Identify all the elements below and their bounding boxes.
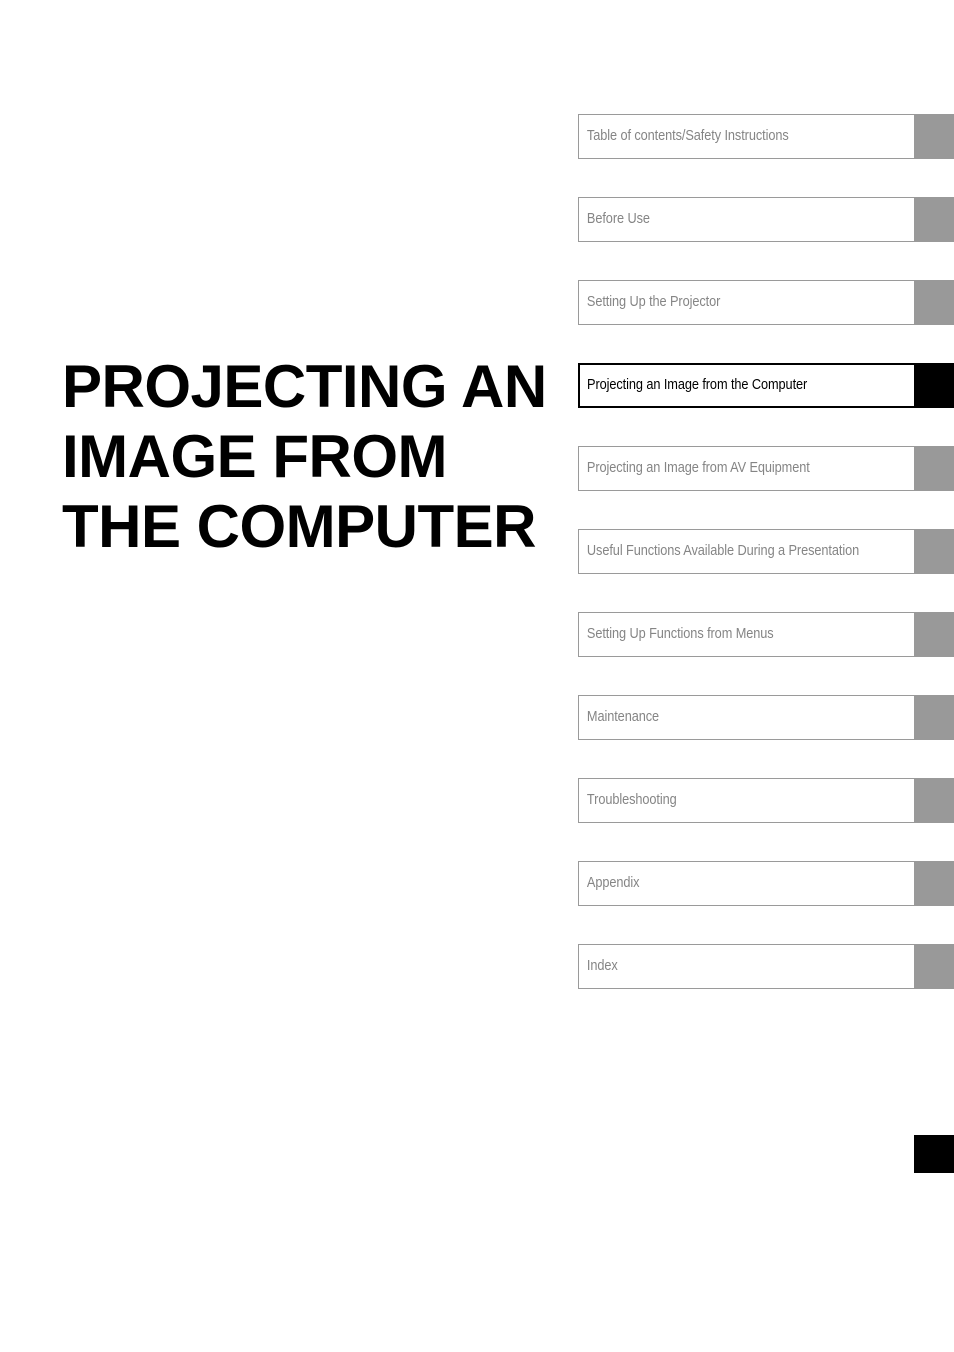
chapter-tab-label-box: Troubleshooting	[578, 778, 914, 823]
page-title: PROJECTING AN IMAGE FROM THE COMPUTER	[62, 352, 562, 562]
chapter-tab-marker	[914, 529, 954, 574]
chapter-tab-label-box: Projecting an Image from the Computer	[578, 363, 914, 408]
chapter-tab-marker-active	[914, 363, 954, 408]
chapter-tab-label: Setting Up Functions from Menus	[586, 626, 774, 643]
chapter-tab-marker	[914, 197, 954, 242]
chapter-tab-marker	[914, 114, 954, 159]
page-title-line-3: THE COMPUTER	[62, 493, 537, 560]
chapter-tab-label: Table of contents/Safety Instructions	[586, 128, 789, 145]
page-title-line-2: IMAGE FROM	[62, 423, 447, 490]
chapter-tab-before-use[interactable]: Before Use	[578, 197, 954, 242]
page-edge-thumb-marker	[914, 1135, 954, 1173]
chapter-tab-label-box: Setting Up Functions from Menus	[578, 612, 914, 657]
chapter-tab-label-box: Appendix	[578, 861, 914, 906]
chapter-tab-index: Table of contents/Safety Instructions Be…	[578, 114, 954, 989]
chapter-tab-label-box: Useful Functions Available During a Pres…	[578, 529, 914, 574]
chapter-tab-label: Useful Functions Available During a Pres…	[586, 543, 860, 560]
chapter-tab-projecting-an-image-from-the-computer[interactable]: Projecting an Image from the Computer	[578, 363, 954, 408]
chapter-tab-label-box: Maintenance	[578, 695, 914, 740]
chapter-tab-label: Troubleshooting	[586, 792, 677, 809]
chapter-tab-label: Projecting an Image from the Computer	[587, 377, 808, 394]
chapter-tab-label: Index	[586, 958, 618, 975]
chapter-tab-marker	[914, 446, 954, 491]
chapter-tab-marker	[914, 778, 954, 823]
chapter-tab-projecting-an-image-from-av-equipment[interactable]: Projecting an Image from AV Equipment	[578, 446, 954, 491]
chapter-tab-label: Projecting an Image from AV Equipment	[586, 460, 810, 477]
chapter-tab-marker	[914, 861, 954, 906]
chapter-tab-troubleshooting[interactable]: Troubleshooting	[578, 778, 954, 823]
chapter-tab-label-box: Setting Up the Projector	[578, 280, 914, 325]
chapter-tab-maintenance[interactable]: Maintenance	[578, 695, 954, 740]
chapter-tab-label: Appendix	[586, 875, 640, 892]
chapter-tab-marker	[914, 944, 954, 989]
chapter-tab-label-box: Before Use	[578, 197, 914, 242]
chapter-tab-label-box: Projecting an Image from AV Equipment	[578, 446, 914, 491]
chapter-tab-setting-up-the-projector[interactable]: Setting Up the Projector	[578, 280, 954, 325]
chapter-tab-useful-functions-available-during-a-presentation[interactable]: Useful Functions Available During a Pres…	[578, 529, 954, 574]
chapter-tab-label: Before Use	[586, 211, 650, 228]
page-title-line-1: PROJECTING AN	[62, 353, 547, 420]
chapter-tab-label: Maintenance	[586, 709, 660, 726]
manual-chapter-divider-page: PROJECTING AN IMAGE FROM THE COMPUTER Ta…	[0, 0, 954, 1352]
chapter-tab-label-box: Index	[578, 944, 914, 989]
chapter-tab-table-of-contents-safety-instructions[interactable]: Table of contents/Safety Instructions	[578, 114, 954, 159]
chapter-tab-setting-up-functions-from-menus[interactable]: Setting Up Functions from Menus	[578, 612, 954, 657]
chapter-tab-label: Setting Up the Projector	[586, 294, 721, 311]
chapter-tab-marker	[914, 280, 954, 325]
chapter-tab-index[interactable]: Index	[578, 944, 954, 989]
chapter-tab-label-box: Table of contents/Safety Instructions	[578, 114, 914, 159]
chapter-tab-marker	[914, 612, 954, 657]
chapter-tab-appendix[interactable]: Appendix	[578, 861, 954, 906]
chapter-tab-marker	[914, 695, 954, 740]
